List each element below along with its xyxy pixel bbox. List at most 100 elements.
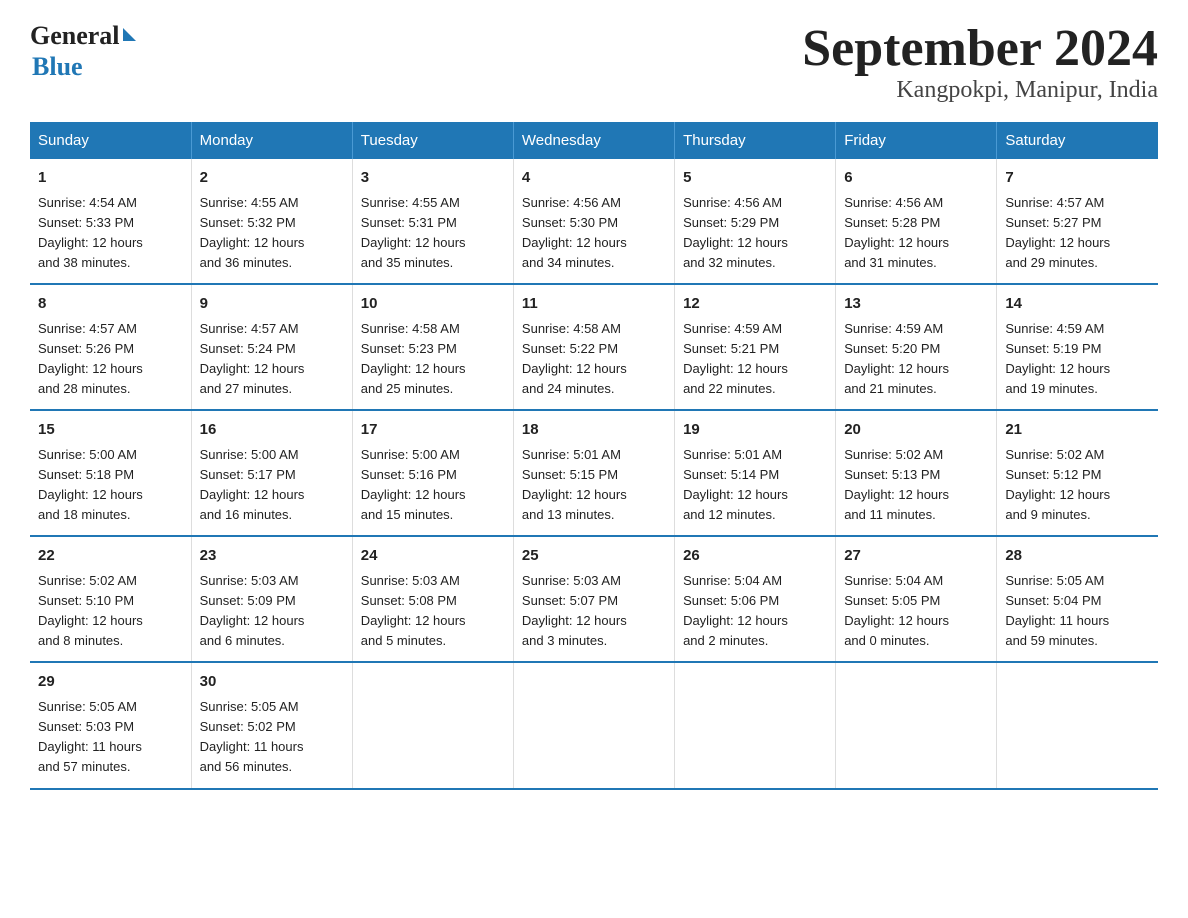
calendar-cell: 14Sunrise: 4:59 AM Sunset: 5:19 PM Dayli… xyxy=(997,284,1158,410)
day-number: 3 xyxy=(361,167,505,190)
day-info: Sunrise: 5:04 AM Sunset: 5:05 PM Dayligh… xyxy=(844,571,988,652)
calendar-table: Sunday Monday Tuesday Wednesday Thursday… xyxy=(30,122,1158,789)
day-number: 15 xyxy=(38,419,183,442)
day-number: 16 xyxy=(200,419,344,442)
day-info: Sunrise: 4:55 AM Sunset: 5:31 PM Dayligh… xyxy=(361,193,505,274)
day-number: 5 xyxy=(683,167,827,190)
day-info: Sunrise: 5:02 AM Sunset: 5:10 PM Dayligh… xyxy=(38,571,183,652)
header-row: Sunday Monday Tuesday Wednesday Thursday… xyxy=(30,122,1158,159)
calendar-cell xyxy=(352,662,513,788)
day-number: 28 xyxy=(1005,545,1150,568)
day-info: Sunrise: 4:55 AM Sunset: 5:32 PM Dayligh… xyxy=(200,193,344,274)
day-number: 27 xyxy=(844,545,988,568)
day-info: Sunrise: 5:05 AM Sunset: 5:03 PM Dayligh… xyxy=(38,697,183,778)
col-thursday: Thursday xyxy=(675,122,836,159)
calendar-subtitle: Kangpokpi, Manipur, India xyxy=(802,77,1158,104)
calendar-cell xyxy=(675,662,836,788)
day-info: Sunrise: 5:04 AM Sunset: 5:06 PM Dayligh… xyxy=(683,571,827,652)
calendar-cell: 29 Sunrise: 5:05 AM Sunset: 5:03 PM Dayli… xyxy=(30,662,191,788)
day-info: Sunrise: 4:59 AM Sunset: 5:19 PM Dayligh… xyxy=(1005,319,1150,400)
calendar-cell: 30 Sunrise: 5:05 AM Sunset: 5:02 PM Dayli… xyxy=(191,662,352,788)
week-row-1: 1 Sunrise: 4:54 AM Sunset: 5:33 PM Daylig… xyxy=(30,159,1158,284)
calendar-cell xyxy=(836,662,997,788)
calendar-cell: 19 Sunrise: 5:01 AM Sunset: 5:14 PM Dayli… xyxy=(675,410,836,536)
calendar-cell: 21Sunrise: 5:02 AM Sunset: 5:12 PM Dayli… xyxy=(997,410,1158,536)
day-number: 9 xyxy=(200,293,344,316)
calendar-cell: 22 Sunrise: 5:02 AM Sunset: 5:10 PM Dayli… xyxy=(30,536,191,662)
day-number: 29 xyxy=(38,671,183,694)
day-number: 21 xyxy=(1005,419,1150,442)
day-number: 23 xyxy=(200,545,344,568)
day-number: 17 xyxy=(361,419,505,442)
day-number: 8 xyxy=(38,293,183,316)
calendar-cell: 8 Sunrise: 4:57 AM Sunset: 5:26 PM Daylig… xyxy=(30,284,191,410)
day-info: Sunrise: 5:05 AM Sunset: 5:02 PM Dayligh… xyxy=(200,697,344,778)
logo-triangle-icon xyxy=(123,28,136,41)
day-number: 13 xyxy=(844,293,988,316)
calendar-cell: 10Sunrise: 4:58 AM Sunset: 5:23 PM Dayli… xyxy=(352,284,513,410)
day-info: Sunrise: 5:05 AM Sunset: 5:04 PM Dayligh… xyxy=(1005,571,1150,652)
day-info: Sunrise: 5:03 AM Sunset: 5:07 PM Dayligh… xyxy=(522,571,666,652)
day-info: Sunrise: 4:58 AM Sunset: 5:23 PM Dayligh… xyxy=(361,319,505,400)
calendar-cell: 12 Sunrise: 4:59 AM Sunset: 5:21 PM Dayli… xyxy=(675,284,836,410)
day-number: 26 xyxy=(683,545,827,568)
calendar-cell: 24Sunrise: 5:03 AM Sunset: 5:08 PM Dayli… xyxy=(352,536,513,662)
day-number: 30 xyxy=(200,671,344,694)
calendar-cell: 27 Sunrise: 5:04 AM Sunset: 5:05 PM Dayli… xyxy=(836,536,997,662)
calendar-cell xyxy=(513,662,674,788)
day-info: Sunrise: 5:00 AM Sunset: 5:18 PM Dayligh… xyxy=(38,445,183,526)
day-info: Sunrise: 4:56 AM Sunset: 5:29 PM Dayligh… xyxy=(683,193,827,274)
day-number: 7 xyxy=(1005,167,1150,190)
day-number: 25 xyxy=(522,545,666,568)
calendar-cell: 25 Sunrise: 5:03 AM Sunset: 5:07 PM Dayli… xyxy=(513,536,674,662)
day-number: 11 xyxy=(522,293,666,316)
calendar-cell: 3 Sunrise: 4:55 AM Sunset: 5:31 PM Daylig… xyxy=(352,159,513,284)
calendar-cell: 20Sunrise: 5:02 AM Sunset: 5:13 PM Dayli… xyxy=(836,410,997,536)
day-info: Sunrise: 5:03 AM Sunset: 5:08 PM Dayligh… xyxy=(361,571,505,652)
day-info: Sunrise: 4:57 AM Sunset: 5:26 PM Dayligh… xyxy=(38,319,183,400)
calendar-cell: 13 Sunrise: 4:59 AM Sunset: 5:20 PM Dayli… xyxy=(836,284,997,410)
calendar-cell: 11Sunrise: 4:58 AM Sunset: 5:22 PM Dayli… xyxy=(513,284,674,410)
day-info: Sunrise: 4:57 AM Sunset: 5:27 PM Dayligh… xyxy=(1005,193,1150,274)
day-info: Sunrise: 5:01 AM Sunset: 5:14 PM Dayligh… xyxy=(683,445,827,526)
calendar-title: September 2024 xyxy=(802,20,1158,77)
logo-blue: Blue xyxy=(32,52,83,81)
day-number: 12 xyxy=(683,293,827,316)
col-saturday: Saturday xyxy=(997,122,1158,159)
day-info: Sunrise: 4:59 AM Sunset: 5:21 PM Dayligh… xyxy=(683,319,827,400)
day-info: Sunrise: 4:56 AM Sunset: 5:30 PM Dayligh… xyxy=(522,193,666,274)
week-row-2: 8 Sunrise: 4:57 AM Sunset: 5:26 PM Daylig… xyxy=(30,284,1158,410)
calendar-cell xyxy=(997,662,1158,788)
logo-general: General xyxy=(30,21,120,50)
day-number: 4 xyxy=(522,167,666,190)
day-info: Sunrise: 4:57 AM Sunset: 5:24 PM Dayligh… xyxy=(200,319,344,400)
day-number: 22 xyxy=(38,545,183,568)
day-number: 2 xyxy=(200,167,344,190)
day-info: Sunrise: 4:59 AM Sunset: 5:20 PM Dayligh… xyxy=(844,319,988,400)
calendar-cell: 23 Sunrise: 5:03 AM Sunset: 5:09 PM Dayli… xyxy=(191,536,352,662)
day-info: Sunrise: 5:02 AM Sunset: 5:13 PM Dayligh… xyxy=(844,445,988,526)
calendar-cell: 26 Sunrise: 5:04 AM Sunset: 5:06 PM Dayli… xyxy=(675,536,836,662)
calendar-cell: 16 Sunrise: 5:00 AM Sunset: 5:17 PM Dayli… xyxy=(191,410,352,536)
logo: General Blue xyxy=(30,20,136,82)
day-info: Sunrise: 5:03 AM Sunset: 5:09 PM Dayligh… xyxy=(200,571,344,652)
calendar-cell: 18Sunrise: 5:01 AM Sunset: 5:15 PM Dayli… xyxy=(513,410,674,536)
calendar-cell: 9 Sunrise: 4:57 AM Sunset: 5:24 PM Daylig… xyxy=(191,284,352,410)
day-number: 1 xyxy=(38,167,183,190)
day-info: Sunrise: 4:56 AM Sunset: 5:28 PM Dayligh… xyxy=(844,193,988,274)
calendar-cell: 7 Sunrise: 4:57 AM Sunset: 5:27 PM Daylig… xyxy=(997,159,1158,284)
day-info: Sunrise: 4:54 AM Sunset: 5:33 PM Dayligh… xyxy=(38,193,183,274)
day-number: 19 xyxy=(683,419,827,442)
calendar-cell: 2 Sunrise: 4:55 AM Sunset: 5:32 PM Daylig… xyxy=(191,159,352,284)
calendar-cell: 15 Sunrise: 5:00 AM Sunset: 5:18 PM Dayli… xyxy=(30,410,191,536)
week-row-5: 29 Sunrise: 5:05 AM Sunset: 5:03 PM Dayli… xyxy=(30,662,1158,788)
calendar-cell: 1 Sunrise: 4:54 AM Sunset: 5:33 PM Daylig… xyxy=(30,159,191,284)
week-row-3: 15 Sunrise: 5:00 AM Sunset: 5:18 PM Dayli… xyxy=(30,410,1158,536)
calendar-cell: 28 Sunrise: 5:05 AM Sunset: 5:04 PM Dayli… xyxy=(997,536,1158,662)
day-info: Sunrise: 5:01 AM Sunset: 5:15 PM Dayligh… xyxy=(522,445,666,526)
calendar-cell: 17Sunrise: 5:00 AM Sunset: 5:16 PM Dayli… xyxy=(352,410,513,536)
col-tuesday: Tuesday xyxy=(352,122,513,159)
col-monday: Monday xyxy=(191,122,352,159)
day-info: Sunrise: 5:00 AM Sunset: 5:17 PM Dayligh… xyxy=(200,445,344,526)
col-sunday: Sunday xyxy=(30,122,191,159)
